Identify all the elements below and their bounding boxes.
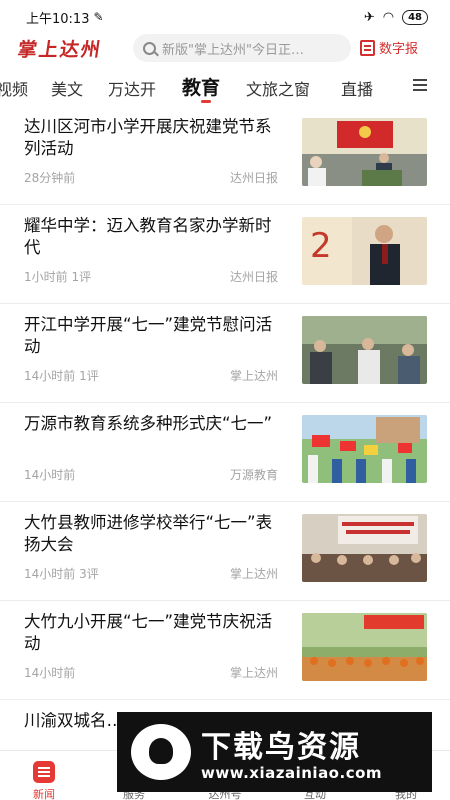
search-placeholder: 新版"掌上达州"今日正… [162,42,304,58]
newspaper-icon [360,39,375,56]
nav-news[interactable]: 新闻 [14,761,74,800]
category-tabs: 视频 美文 万达开 教育 文旅之窗 直播 [0,70,450,106]
news-title: 达川区河市小学开展庆祝建党节系列活动 [24,117,272,158]
search-icon [143,41,156,55]
digital-paper-label: 数字报 [379,42,419,57]
wifi-icon: ◠ [382,9,395,25]
news-time: 1小时前 [24,270,68,284]
app-header: 掌上达州 新版"掌上达州"今日正… 数字报 [0,34,450,64]
news-list: 达川区河市小学开展庆祝建党节系列活动 28分钟前 达州日报 耀华中学：迈入教育名… [0,106,450,750]
tab-video[interactable]: 视频 [0,76,28,100]
tab-wandakai[interactable]: 万达开 [108,76,156,100]
airplane-icon: ✈ [363,9,375,25]
news-comments: 3评 [79,567,99,581]
news-thumbnail [302,316,427,384]
nav-news-label: 新闻 [33,788,55,800]
news-item[interactable]: 达川区河市小学开展庆祝建党节系列活动 28分钟前 达州日报 [0,106,450,205]
news-item[interactable]: 万源市教育系统多种形式庆“七一” 14小时前 万源教育 [0,403,450,502]
watermark-banner: 下载鸟资源 www.xiazainiao.com [117,712,432,792]
news-meta: 14小时前 [24,664,75,681]
news-source: 达州日报 [229,171,278,185]
news-meta: 14小时前 3评 [24,565,99,582]
status-time: 上午10:13 [26,11,90,27]
active-tab-indicator [201,100,211,103]
status-indicators: ✈ ◠ 48 [363,9,428,25]
tab-essays[interactable]: 美文 [51,76,83,100]
news-source: 万源教育 [229,468,278,482]
svg-text:2: 2 [310,226,332,266]
battery-indicator: 48 [402,9,428,25]
status-bar: 上午10:13 ✎ ✈ ◠ 48 [0,0,450,34]
news-thumbnail [302,613,427,681]
news-source: 掌上达州 [229,369,278,383]
news-meta: 28分钟前 [24,169,75,186]
news-thumbnail [302,514,427,582]
notification-icon: ✎ [93,10,104,24]
tab-live[interactable]: 直播 [341,76,373,100]
news-time: 14小时前 [24,567,76,581]
news-time: 14小时前 [24,666,76,680]
news-time: 28分钟前 [24,171,76,185]
tab-culture-tourism[interactable]: 文旅之窗 [246,76,310,100]
news-title: 大竹九小开展“七一”建党节庆祝活动 [24,612,273,653]
news-thumbnail [302,118,427,186]
tab-education[interactable]: 教育 [182,73,220,100]
app-logo: 掌上达州 [16,39,104,61]
menu-icon[interactable] [413,79,427,81]
news-source: 达州日报 [229,270,278,284]
watermark-title: 下载鸟资源 [201,730,361,765]
digital-paper-button[interactable]: 数字报 [360,38,418,57]
news-icon [33,761,55,783]
news-meta: 14小时前 [24,466,75,483]
news-item[interactable]: 开江中学开展“七一”建党节慰问活动 14小时前 1评 掌上达州 [0,304,450,403]
news-time: 14小时前 [24,468,76,482]
news-thumbnail: 2 [302,217,427,285]
news-item[interactable]: 大竹九小开展“七一”建党节庆祝活动 14小时前 掌上达州 [0,601,450,700]
news-source: 掌上达州 [229,567,278,581]
news-comments: 1评 [71,270,92,284]
news-title: 大竹县教师进修学校举行“七一”表扬大会 [24,513,273,554]
news-source: 掌上达州 [229,666,278,680]
bird-logo-icon [131,724,191,780]
news-time: 14小时前 [24,369,76,383]
news-meta: 14小时前 1评 [24,367,99,384]
watermark-url: www.xiazainiao.com [201,764,383,782]
news-thumbnail [302,415,427,483]
news-meta: 1小时前 1评 [24,268,91,285]
news-item[interactable]: 耀华中学：迈入教育名家办学新时代 1小时前 1评 达州日报 2 [0,205,450,304]
news-item[interactable]: 大竹县教师进修学校举行“七一”表扬大会 14小时前 3评 掌上达州 [0,502,450,601]
news-comments: 1评 [79,369,99,383]
news-title: 开江中学开展“七一”建党节慰问活动 [24,315,273,356]
news-title: 万源市教育系统多种形式庆“七一” [24,414,273,433]
news-title: 耀华中学：迈入教育名家办学新时代 [24,216,272,257]
search-box[interactable]: 新版"掌上达州"今日正… [133,34,351,62]
